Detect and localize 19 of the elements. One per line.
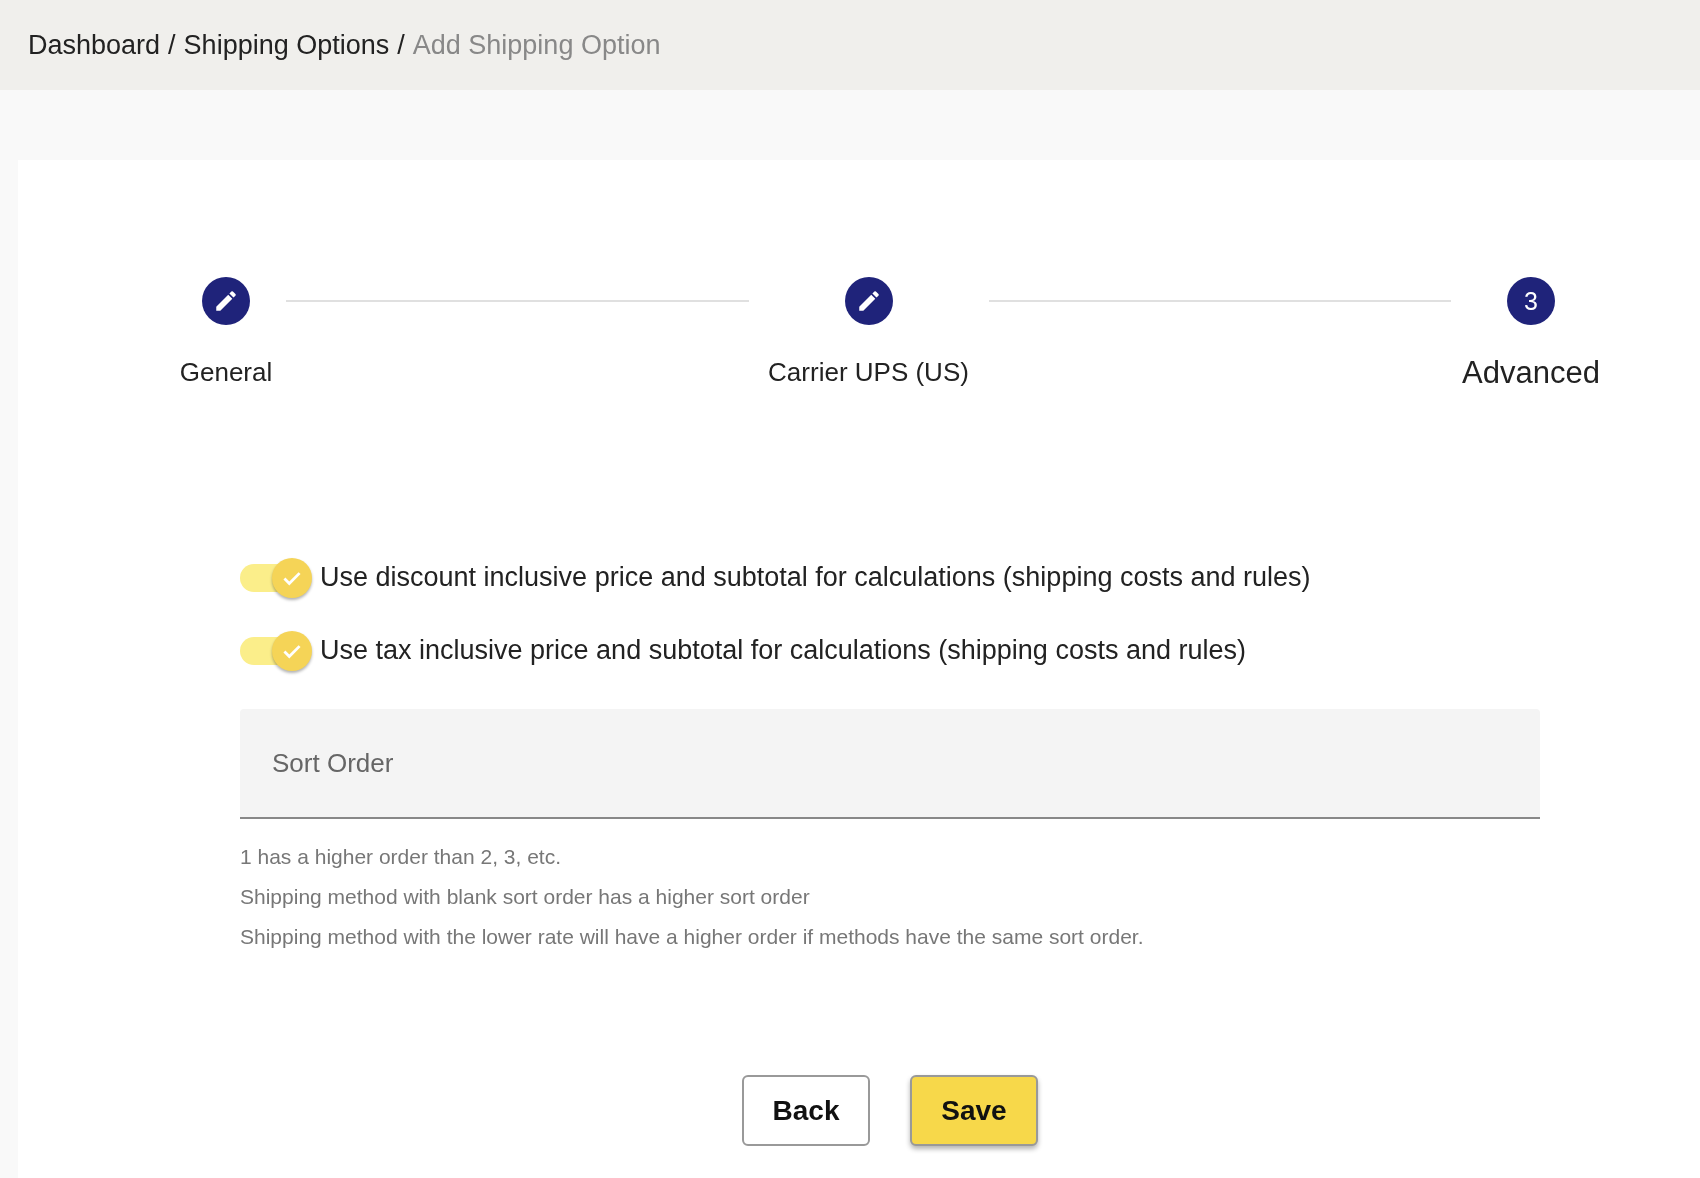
toggle-label: Use discount inclusive price and subtotal for calculations (shipping costs and rules): [320, 562, 1311, 593]
save-button[interactable]: Save: [910, 1075, 1038, 1146]
toggle-label: Use tax inclusive price and subtotal for calculations (shipping costs and rules): [320, 635, 1246, 666]
help-text: 1 has a higher order than 2, 3, etc.: [240, 844, 563, 870]
breadcrumb-separator: /: [397, 29, 405, 61]
step-label[interactable]: General: [179, 357, 273, 388]
breadcrumb-link[interactable]: Dashboard: [28, 29, 161, 61]
step-label[interactable]: Advanced: [1462, 355, 1600, 391]
pencil-icon[interactable]: [202, 277, 250, 325]
help-text: Shipping method with blank sort order has a higher sort order: [240, 884, 811, 910]
help-text: Shipping method with the lower rate will have a higher order if methods have the same sort order.: [240, 924, 1145, 950]
pencil-icon[interactable]: [844, 277, 893, 325]
back-button[interactable]: Back: [742, 1075, 870, 1146]
breadcrumb-link[interactable]: Shipping Options: [183, 29, 390, 61]
sort-order-field[interactable]: Sort Order: [240, 709, 1540, 819]
step-label[interactable]: Carrier UPS (US): [768, 357, 969, 388]
step-number[interactable]: 3: [1507, 277, 1555, 325]
breadcrumb-separator: /: [168, 29, 176, 61]
breadcrumb-current: Add Shipping Option: [412, 29, 661, 61]
